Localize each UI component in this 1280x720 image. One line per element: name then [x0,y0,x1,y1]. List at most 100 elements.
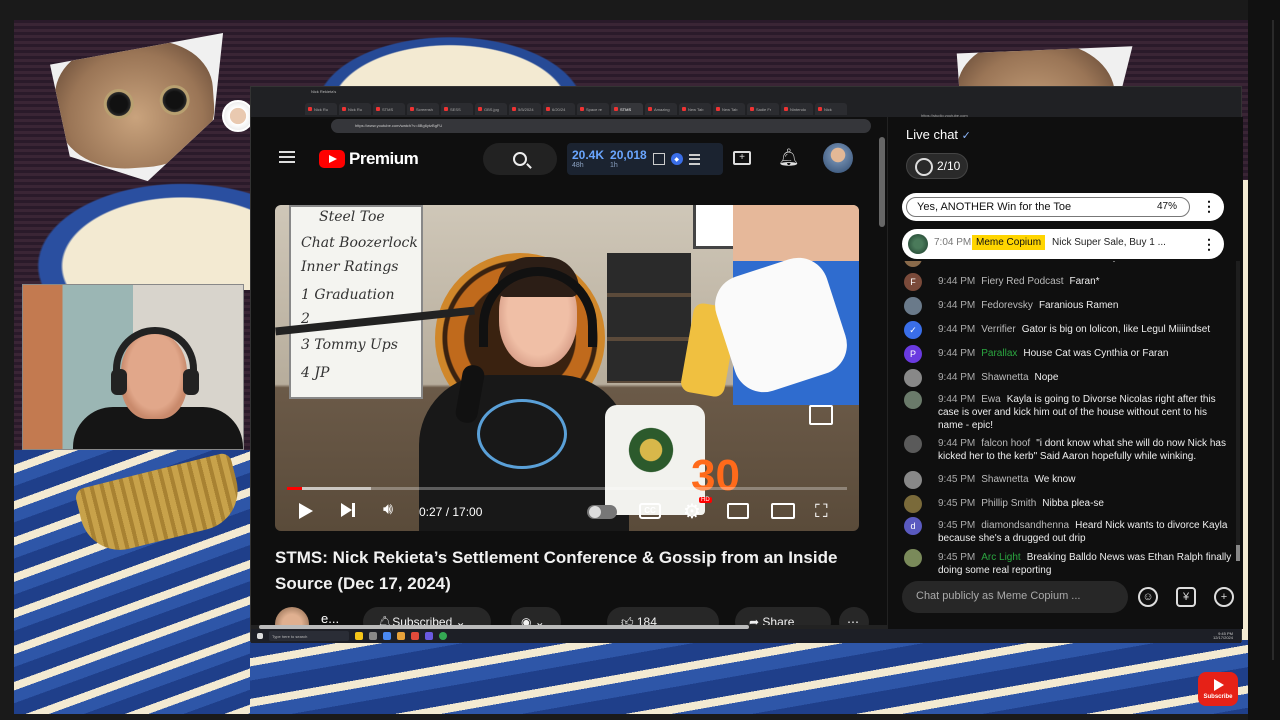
browser-tab[interactable]: Amazing [645,103,677,115]
chat-username[interactable]: Fiery Red Podcast [981,276,1063,287]
browser-tab[interactable]: SESS [441,103,473,115]
chat-avatar[interactable]: d [904,517,922,535]
chat-avatar[interactable] [904,297,922,315]
chat-avatar[interactable]: P [904,345,922,363]
browser-tab[interactable]: Nintendo [781,103,813,115]
live-chat-title[interactable]: Live chat ✓ [906,127,971,142]
address-bar[interactable]: https://www.youtube.com/watch?v=8Bg6ytzB… [331,119,871,133]
app-icon[interactable] [369,632,377,640]
chat-username[interactable]: Ewa [981,394,1000,405]
chat-message[interactable]: 9:44 PM Shawnetta Nope [904,369,1234,387]
app-icon[interactable] [425,632,433,640]
profile-avatar[interactable] [823,143,853,173]
search-button[interactable] [483,143,557,175]
chat-avatar[interactable]: F [904,273,922,291]
browser-tab[interactable]: Nick [815,103,847,115]
chat-message[interactable]: 9:44 PM Fedorevsky Faranious Ramen [904,297,1234,315]
browser-tab[interactable]: Sadie Fr [747,103,779,115]
browser-tab[interactable]: Nick Ru [305,103,337,115]
chat-avatar[interactable] [904,261,922,267]
chart-icon[interactable] [652,153,665,165]
miniplayer-overlay-icon[interactable] [809,405,833,425]
browser-tab[interactable]: New Tab [679,103,711,115]
browser-tab[interactable]: Screensh [407,103,439,115]
settings-gear-icon[interactable]: ⚙︎ [683,499,701,524]
hamburger-menu-icon[interactable] [279,151,295,163]
more-vert-icon[interactable]: ⋮ [1202,237,1216,251]
app-icon[interactable] [383,632,391,640]
app-icon[interactable] [411,632,419,640]
theater-mode-icon[interactable] [771,503,795,519]
more-vert-icon[interactable]: ⋮ [1202,199,1216,213]
chat-username[interactable]: falcon hoof [981,438,1030,449]
poll-option[interactable]: Yes, ANOTHER Win for the Toe 47% [906,197,1190,217]
browser-tab[interactable]: Space re [577,103,609,115]
chat-avatar[interactable] [904,549,922,567]
list-icon[interactable] [688,153,700,165]
chat-username[interactable]: Shawnetta [981,372,1028,383]
app-icon[interactable] [355,632,363,640]
chat-username[interactable]: diamondsandhenna [981,520,1069,531]
chat-input[interactable]: Chat publicly as Meme Copium ... [902,581,1128,613]
browser-tab[interactable]: STMS [373,103,405,115]
play-icon[interactable] [299,503,313,519]
create-video-icon[interactable]: + [733,151,751,165]
poll-chip[interactable]: 2/10 [906,153,968,179]
chat-message[interactable]: 9:45 PM Arc Light Breaking Balldo News was… [904,549,1234,577]
page-scrollbar[interactable] [879,137,885,227]
add-icon[interactable]: + [1214,587,1234,607]
chrome-icon[interactable] [439,632,447,640]
browser-tab[interactable]: Nick Ru [339,103,371,115]
chat-message[interactable]: 9:44 PM Ewa Kayla is going to Divorse Nico… [904,391,1234,432]
tab-label: New Tab [688,106,704,112]
super-chat-icon[interactable]: ¥ [1176,587,1196,607]
chat-avatar[interactable]: ✓ [904,321,922,339]
chat-message[interactable]: P 9:44 PM Parallax House Cat was Cynthia or… [904,345,1234,363]
notifications-bell-icon[interactable]: 🔔︎ [778,149,800,166]
chat-message[interactable]: 9:44 PM Ben Pook BDN was D B Cooper. [904,261,1234,267]
chat-username[interactable]: Shawnetta [981,474,1028,485]
next-icon[interactable] [341,503,355,517]
youtube-logo[interactable]: Premium [319,149,419,169]
chat-avatar[interactable] [904,471,922,489]
poll-banner[interactable]: Yes, ANOTHER Win for the Toe 47% ⋮ [902,193,1224,221]
whiteboard-line: 4 JP [301,365,330,381]
chat-username[interactable]: Ben Pook [981,261,1024,263]
autoplay-toggle[interactable] [587,505,617,519]
chat-scrollbar[interactable] [1236,545,1240,561]
folder-icon[interactable] [397,632,405,640]
chat-message[interactable]: 9:45 PM Shawnetta We know [904,471,1234,489]
browser-tab[interactable]: New Tab [713,103,745,115]
fullscreen-icon[interactable]: ⛶ [815,501,828,522]
chat-message[interactable]: 9:45 PM Phillip Smith Nibba plea-se [904,495,1234,513]
channel-name[interactable]: e... [321,611,339,626]
start-icon[interactable] [257,633,263,639]
volume-icon[interactable]: 🔊︎ [383,501,393,519]
miniplayer-icon[interactable] [727,503,749,519]
progress-bar[interactable] [287,487,847,490]
chat-avatar[interactable] [904,495,922,513]
chat-message[interactable]: F 9:44 PM Fiery Red Podcast Faran* [904,273,1234,291]
chat-username[interactable]: Parallax [981,348,1017,359]
emoji-icon[interactable]: ☺ [1138,587,1158,607]
chat-username[interactable]: Verrifier [981,324,1015,335]
tab-favicon-icon [546,107,550,111]
taskbar-search[interactable]: Type here to search [269,631,349,641]
extension-icon[interactable]: ◆ [670,153,683,165]
chat-message[interactable]: 9:44 PM falcon hoof "i dont know what she … [904,435,1234,463]
browser-tab[interactable]: STMS [611,103,643,115]
pinned-message[interactable]: 7:04 PM Meme Copium Nick Super Sale, Buy… [902,229,1224,259]
chat-username[interactable]: Phillip Smith [981,498,1036,509]
browser-tab[interactable]: 6/20/24 [543,103,575,115]
chat-message[interactable]: d 9:45 PM diamondsandhenna Heard Nick wants… [904,517,1234,545]
captions-icon[interactable]: CC [639,503,661,519]
browser-tab[interactable]: 5/5/2024 [509,103,541,115]
browser-tab[interactable]: GBS.jpg [475,103,507,115]
chat-avatar[interactable] [904,435,922,453]
video-player[interactable]: Steel Toe Chat Boozerlock Inner Ratings … [275,205,859,531]
chat-username[interactable]: Arc Light [981,552,1020,563]
chat-avatar[interactable] [904,369,922,387]
chat-avatar[interactable] [904,391,922,409]
chat-message[interactable]: ✓ 9:44 PM Verrifier Gator is big on lolicon… [904,321,1234,339]
chat-username[interactable]: Fedorevsky [981,300,1033,311]
